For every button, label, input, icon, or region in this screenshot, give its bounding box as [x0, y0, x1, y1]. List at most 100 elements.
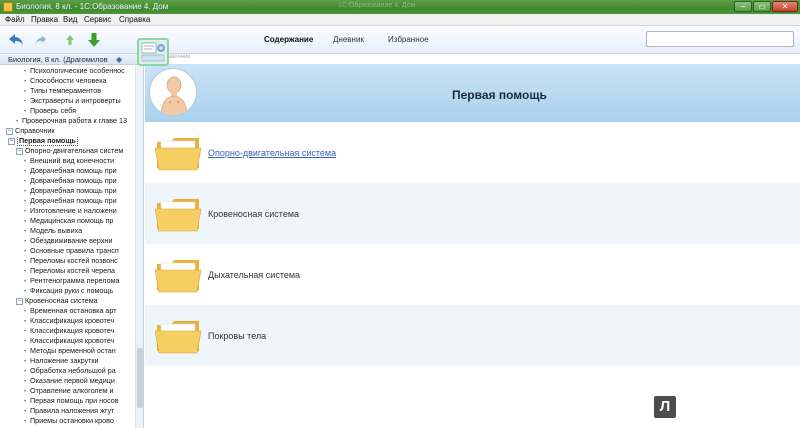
menu-edit[interactable]: Правка — [31, 15, 58, 24]
tree-item-label: Приемы остановки крово — [30, 416, 114, 425]
menu-file[interactable]: Файл — [5, 15, 25, 24]
page-view-icon[interactable] — [137, 38, 169, 66]
page-title: Первая помощь — [452, 88, 547, 102]
tree-item[interactable]: • Способности человека — [24, 76, 135, 86]
maximize-button[interactable]: ▭ — [753, 1, 771, 12]
tree-item-label: Проверочная работа к главе 13 — [22, 116, 128, 125]
collapse-toggle-icon[interactable]: − — [8, 138, 15, 145]
pin-icon[interactable]: ◆ — [116, 55, 122, 64]
tree-item-label: Обработка небольшой ра — [30, 366, 116, 375]
down-arrow-icon[interactable] — [86, 32, 102, 48]
tree-item-label: Классификация кровотеч — [30, 316, 115, 325]
tree-folder-node[interactable]: − Первая помощь — [8, 136, 135, 146]
minimize-button[interactable]: – — [734, 1, 752, 12]
tab-diary[interactable]: Дневник — [333, 35, 364, 44]
tree-item[interactable]: • Изготовление и наложени — [24, 206, 135, 216]
list-item[interactable]: Покровы тела — [145, 305, 800, 366]
menu-help[interactable]: Справка — [119, 15, 150, 24]
topic-link[interactable]: Кровеносная система — [208, 209, 299, 219]
tree-item[interactable]: • Доврачебная помощь при — [24, 176, 135, 186]
tree-folder-node[interactable]: − Опорно-двигательная систем — [16, 146, 135, 156]
tree-item[interactable]: • Модель вывиха — [24, 226, 135, 236]
tree-item[interactable]: • Основные правила трансп — [24, 246, 135, 256]
tab-contents[interactable]: Содержание — [264, 35, 313, 44]
menu-view[interactable]: Вид — [63, 15, 77, 24]
list-item[interactable]: Дыхательная система — [145, 244, 800, 305]
menu-service[interactable]: Сервис — [84, 15, 111, 24]
tree-item[interactable]: • Классификация кровотеч — [24, 336, 135, 346]
tree-item[interactable]: • Типы темпераментов — [24, 86, 135, 96]
back-arrow-icon[interactable] — [8, 32, 24, 48]
topic-link[interactable]: Дыхательная система — [208, 270, 300, 280]
tree-item-label: Отравление алкоголем и — [30, 386, 114, 395]
tree-item[interactable]: • Внешний вид конечности — [24, 156, 135, 166]
tree-item[interactable]: • Доврачебная помощь при — [24, 166, 135, 176]
tree-item-label: Справочник — [15, 126, 55, 135]
search-input[interactable] — [646, 31, 794, 47]
tab-favorites[interactable]: Избранное — [388, 35, 429, 44]
tree-item[interactable]: • Обработка небольшой ра — [24, 366, 135, 376]
folder-icon[interactable] — [154, 197, 203, 233]
tree-item[interactable]: • Переломы костей позвонс — [24, 256, 135, 266]
tree-item-label: Психологические особеннос — [30, 66, 125, 75]
list-item[interactable]: Опорно-двигательная система — [145, 122, 800, 183]
tree-item[interactable]: • Классификация кровотеч — [24, 326, 135, 336]
tree-item-label: Способности человека — [30, 76, 107, 85]
topic-link[interactable]: Покровы тела — [208, 331, 266, 341]
window-ghost-title: 1С:Образование 4. Дом — [338, 2, 416, 9]
tree-item[interactable]: • Отравление алкоголем и — [24, 386, 135, 396]
tree-item[interactable]: • Правила наложения жгут — [24, 406, 135, 416]
tree-item-label: Модель вывиха — [30, 226, 83, 235]
sidebar: Биология, 8 кл. (Драгомилов ◆ • Психологи… — [0, 54, 144, 428]
tree-folder-node[interactable]: − Кровеносная система — [16, 296, 135, 306]
collapse-toggle-icon[interactable]: − — [16, 148, 23, 155]
tree-item-label: Классификация кровотеч — [30, 336, 115, 345]
tree-item[interactable]: • Рентгенограмма перелома — [24, 276, 135, 286]
tree-item[interactable]: • Психологические особеннос — [24, 66, 135, 76]
scrollbar-thumb[interactable] — [137, 348, 143, 408]
tree-item[interactable]: • Медицинская помощь пр — [24, 216, 135, 226]
forward-arrow-icon[interactable] — [33, 32, 49, 48]
tree-item-label: Наложение закрутки — [30, 356, 99, 365]
tree-folder-node[interactable]: − Справочник — [6, 126, 135, 136]
tree-item-label: Изготовление и наложени — [30, 206, 117, 215]
folder-icon[interactable] — [154, 319, 203, 355]
tree-item[interactable]: • Временная остановка арт — [24, 306, 135, 316]
collapse-toggle-icon[interactable]: − — [16, 298, 23, 305]
tree-item-label: Правила наложения жгут — [30, 406, 115, 415]
tree-item[interactable]: • Доврачебная помощь при — [24, 186, 135, 196]
tree-item[interactable]: • Приемы остановки крово — [24, 416, 135, 426]
main-content: Справочник Первая помощь Опорно-двигател… — [145, 54, 800, 428]
tree-item-label: Классификация кровотеч — [30, 326, 115, 335]
tree-item-label: Методы временной остан — [30, 346, 116, 355]
tree-item-label: Оказание первой медици — [30, 376, 115, 385]
tree-item[interactable]: • Первая помощь при носов — [24, 396, 135, 406]
up-arrow-icon[interactable] — [62, 32, 78, 48]
tree-item[interactable]: • Проверочная работа к главе 13 — [16, 116, 135, 126]
tree-item[interactable]: • Методы временной остан — [24, 346, 135, 356]
collapse-toggle-icon[interactable]: − — [6, 128, 13, 135]
watermark-logo: Л — [654, 396, 676, 418]
tree-item[interactable]: • Переломы костей черепа — [24, 266, 135, 276]
list-item[interactable]: Кровеносная система — [145, 183, 800, 244]
tree-item[interactable]: • Фиксация руки с помощь — [24, 286, 135, 296]
tree-item[interactable]: • Наложение закрутки — [24, 356, 135, 366]
tree-item[interactable]: • Доврачебная помощь при — [24, 196, 135, 206]
sidebar-scrollbar[interactable] — [135, 66, 143, 428]
page-header: Первая помощь — [145, 64, 800, 122]
tree-item[interactable]: • Обездвиживание верхни — [24, 236, 135, 246]
folder-icon[interactable] — [154, 136, 203, 172]
tree-item-label: Кровеносная система — [25, 296, 98, 305]
tree-item[interactable]: • Классификация кровотеч — [24, 316, 135, 326]
topic-link[interactable]: Опорно-двигательная система — [208, 148, 336, 158]
tree-item-label: Доврачебная помощь при — [30, 196, 117, 205]
tree-item[interactable]: • Проверь себя — [24, 106, 135, 116]
folder-icon[interactable] — [154, 258, 203, 294]
tree-item-label: Основные правила трансп — [30, 246, 119, 255]
tree-item-label: Первая помощь — [17, 136, 78, 146]
window-titlebar: Биология, 8 кл. - 1С:Образование 4. Дом … — [0, 0, 800, 14]
tree-item[interactable]: • Оказание первой медици — [24, 376, 135, 386]
close-button[interactable]: ✕ — [772, 1, 798, 12]
tree-item-label: Доврачебная помощь при — [30, 166, 117, 175]
tree-item[interactable]: • Экстраверты и интроверты — [24, 96, 135, 106]
